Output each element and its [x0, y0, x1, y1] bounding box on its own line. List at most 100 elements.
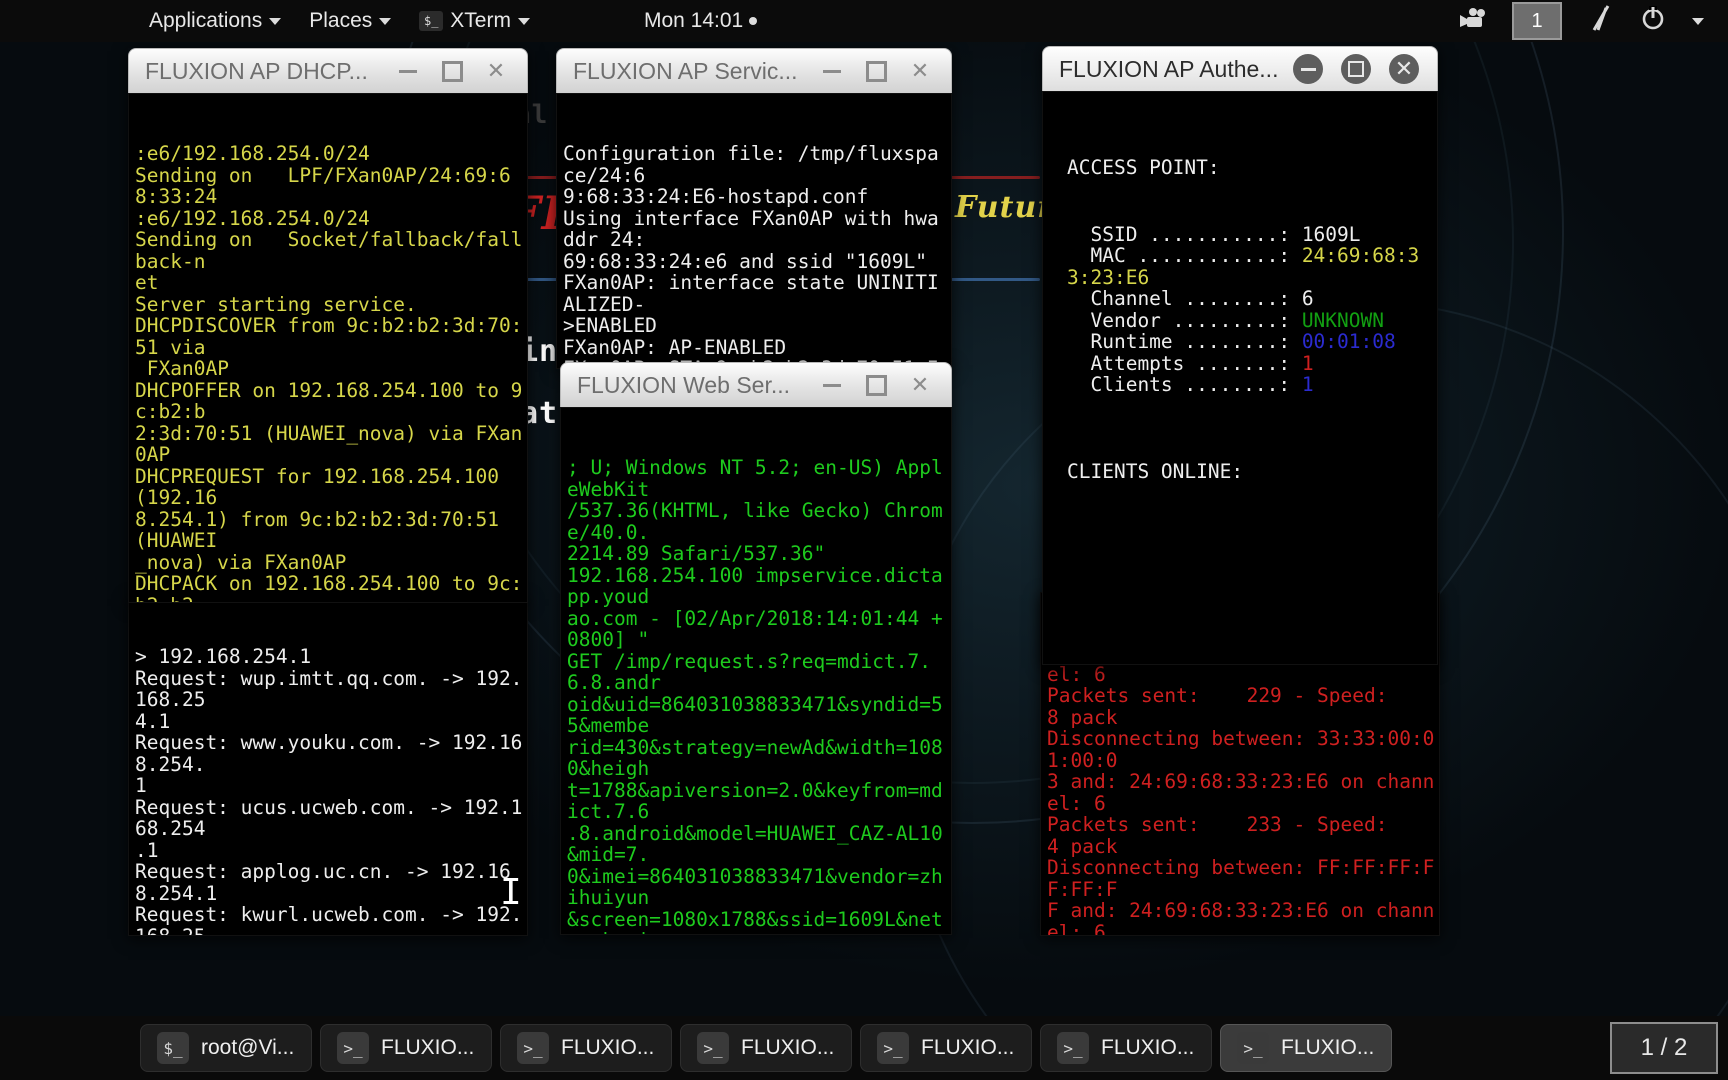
terminal-line: Packets sent: 233 - Speed: 4 pack [1047, 813, 1435, 858]
terminal-line: Request: applog.uc.cn. -> 192.168.254.1 [135, 860, 511, 905]
window-ap-dns[interactable]: > 192.168.254.1 Request: wup.imtt.qq.com.… [128, 596, 528, 936]
auth-field-value: 6 [1301, 287, 1314, 310]
terminal-line: DHCPOFFER on 192.168.254.100 to 9c:b2:b [135, 378, 523, 423]
minimize-button[interactable] [819, 372, 845, 398]
terminal-line: 3 and: 24:69:68:33:23:E6 on channel: 6 [1047, 770, 1435, 815]
taskbar-button-3[interactable]: >_ FLUXIO... [680, 1024, 852, 1072]
taskbar-button-label: FLUXIO... [1281, 1036, 1375, 1059]
window-ap-authenticator[interactable]: FLUXION AP Authe... ✕ ACCESS POINT: SSID… [1042, 46, 1438, 665]
maximize-button[interactable] [439, 58, 465, 84]
terminal-line: >ENABLED [563, 314, 657, 337]
auth-field-row: SSID ...........: 1609L [1067, 222, 1433, 246]
terminal-icon: >_ [337, 1032, 369, 1064]
taskbar-button-1[interactable]: >_ FLUXIO... [320, 1024, 492, 1072]
taskbar-button-4[interactable]: >_ FLUXIO... [860, 1024, 1032, 1072]
terminal-line: 9:68:33:24:E6-hostapd.conf [563, 185, 869, 208]
auth-field-row: Runtime ........: 00:01:08 [1067, 331, 1433, 353]
minimize-button[interactable] [1293, 54, 1323, 84]
terminal-line: Sending on Socket/fallback/fallback-n [135, 228, 523, 273]
auth-fields: SSID ...........: 1609L MAC ............… [1067, 222, 1433, 396]
auth-field-value: UNKNOWN [1301, 308, 1384, 332]
terminal-icon: >_ [1237, 1032, 1269, 1064]
window-title-web-server: FLUXION Web Ser... [577, 371, 791, 398]
terminal-line: Disconnecting between: 33:33:00:01:00:0 [1047, 727, 1435, 772]
terminal-line: rid=430&strategy=newAd&width=1080&heigh [567, 735, 943, 780]
camera-icon[interactable] [1456, 7, 1486, 35]
terminal-line: Sending on LPF/FXan0AP/24:69:68:33:24 [135, 163, 511, 208]
auth-field-row: Clients ........: 1 [1067, 374, 1433, 396]
taskbar-button-label: FLUXIO... [741, 1036, 835, 1059]
workspace-pager[interactable]: 1 / 2 [1610, 1022, 1718, 1074]
terminal-line: Configuration file: /tmp/fluxspace/24:6 [563, 142, 939, 187]
auth-field-row: Channel ........: 6 [1067, 288, 1433, 310]
terminal-line: 4.1 [135, 709, 171, 733]
taskbar-button-5[interactable]: >_ FLUXIO... [1040, 1024, 1212, 1072]
terminal-icon: >_ [697, 1032, 729, 1064]
ap-deauth-output: F and: 24:69:68:33:23:E6 on channel: 6 Pa… [1047, 642, 1435, 936]
titlebar-ap-service[interactable]: FLUXION AP Servic... ✕ [556, 48, 952, 93]
auth-field-label: Runtime ........: [1067, 330, 1302, 353]
terminal-line: Disconnecting between: FF:FF:FF:FF:FF:F [1047, 856, 1435, 901]
maximize-button[interactable] [1341, 54, 1371, 84]
auth-section-access-point: ACCESS POINT: [1067, 156, 1220, 179]
window-ap-dhcp[interactable]: FLUXION AP DHCP... ✕ :e6/192.168.254.0/2… [128, 48, 528, 603]
auth-field-label: MAC ............: [1067, 244, 1302, 267]
workspace-indicator[interactable]: 1 [1512, 2, 1562, 40]
terminal-line: Request: kwurl.ucweb.com. -> 192.168.25 [135, 903, 523, 936]
menu-places[interactable]: Places [295, 0, 405, 42]
terminal-line: Request: wup.imtt.qq.com. -> 192.168.25 [135, 666, 523, 711]
terminal-ap-authenticator[interactable]: ACCESS POINT: SSID ...........: 1609L MA… [1042, 91, 1438, 665]
terminal-line: 2:3d:70:51 (HUAWEI_nova) via FXan0AP [135, 421, 523, 466]
titlebar-web-server[interactable]: FLUXION Web Ser... ✕ [560, 362, 952, 407]
terminal-line: t=1788&apiversion=2.0&keyfrom=mdict.7.6 [567, 778, 943, 823]
auth-field-value: 1609L [1301, 222, 1361, 246]
power-icon[interactable] [1640, 4, 1666, 38]
minimize-button[interactable] [819, 58, 845, 84]
terminal-line: FXan0AP: interface state UNINITIALIZED- [563, 271, 939, 316]
minimize-button[interactable] [395, 58, 421, 84]
window-web-server[interactable]: FLUXION Web Ser... ✕ ; U; Windows NT 5.2… [560, 362, 952, 935]
terminal-web-server[interactable]: ; U; Windows NT 5.2; en-US) AppleWebKit /… [560, 407, 952, 935]
terminal-icon: $_ [419, 11, 444, 31]
terminal-line: et [135, 271, 159, 294]
system-tray: 1 [1456, 2, 1728, 40]
close-icon[interactable]: ✕ [907, 372, 933, 398]
panel-clock[interactable]: Mon 14:01 [634, 9, 767, 33]
terminal-line: F and: 24:69:68:33:23:E6 on channel: 6 [1047, 899, 1435, 936]
close-icon[interactable]: ✕ [483, 58, 509, 84]
terminal-line: 2214.89 Safari/537.36" [567, 542, 826, 565]
terminal-ap-service[interactable]: Configuration file: /tmp/fluxspace/24:6 9… [556, 93, 952, 369]
close-icon[interactable]: ✕ [1389, 54, 1419, 84]
terminal-line: FXan0AP: AP-ENABLED [563, 335, 787, 359]
close-icon[interactable]: ✕ [907, 58, 933, 84]
terminal-ap-dns[interactable]: > 192.168.254.1 Request: wup.imtt.qq.com.… [128, 596, 528, 936]
taskbar-button-group: $_ root@Vi... >_ FLUXIO... >_ FLUXIO... >_ FLUX… [140, 1024, 1392, 1072]
terminal-line: Using interface FXan0AP with hwaddr 24: [563, 206, 939, 251]
taskbar-button-2[interactable]: >_ FLUXIO... [500, 1024, 672, 1072]
terminal-line: 192.168.254.100 impservice.dictapp.youd [567, 563, 943, 608]
terminal-line: 8.254.1) from 9c:b2:b2:3d:70:51 (HUAWEI [135, 507, 511, 552]
terminal-ap-dhcp[interactable]: :e6/192.168.254.0/24 Sending on LPF/FXan0… [128, 93, 528, 603]
menu-places-label: Places [309, 9, 373, 32]
taskbar-button-label: FLUXIO... [921, 1036, 1015, 1059]
titlebar-ap-dhcp[interactable]: FLUXION AP DHCP... ✕ [128, 48, 528, 93]
maximize-button[interactable] [863, 372, 889, 398]
chevron-down-icon [379, 17, 392, 25]
terminal-line: Request: www.youku.com. -> 192.168.254. [135, 731, 523, 776]
chevron-down-icon[interactable] [1692, 17, 1704, 25]
window-controls-web-server: ✕ [819, 372, 941, 398]
top-panel: Applications Places $_ XTerm Mon 14:01 1 [0, 0, 1728, 42]
terminal-line: DHCPACK on 192.168.254.100 to 9c:b2:b2: [135, 572, 523, 602]
taskbar-button-0[interactable]: $_ root@Vi... [140, 1024, 312, 1072]
chevron-down-icon [517, 17, 530, 25]
window-ap-service[interactable]: FLUXION AP Servic... ✕ Configuration fil… [556, 48, 952, 369]
taskbar-button-6[interactable]: >_ FLUXIO... [1220, 1024, 1392, 1072]
notification-dot-icon [749, 17, 758, 25]
window-title-ap-service: FLUXION AP Servic... [573, 57, 798, 84]
titlebar-ap-authenticator[interactable]: FLUXION AP Authe... ✕ [1042, 46, 1438, 91]
terminal-line: oid&uid=864031038833471&syndid=55&membe [567, 692, 943, 737]
menu-xterm[interactable]: $_ XTerm [405, 0, 544, 42]
brush-icon[interactable] [1588, 4, 1614, 38]
menu-applications[interactable]: Applications [135, 0, 295, 42]
maximize-button[interactable] [863, 58, 889, 84]
